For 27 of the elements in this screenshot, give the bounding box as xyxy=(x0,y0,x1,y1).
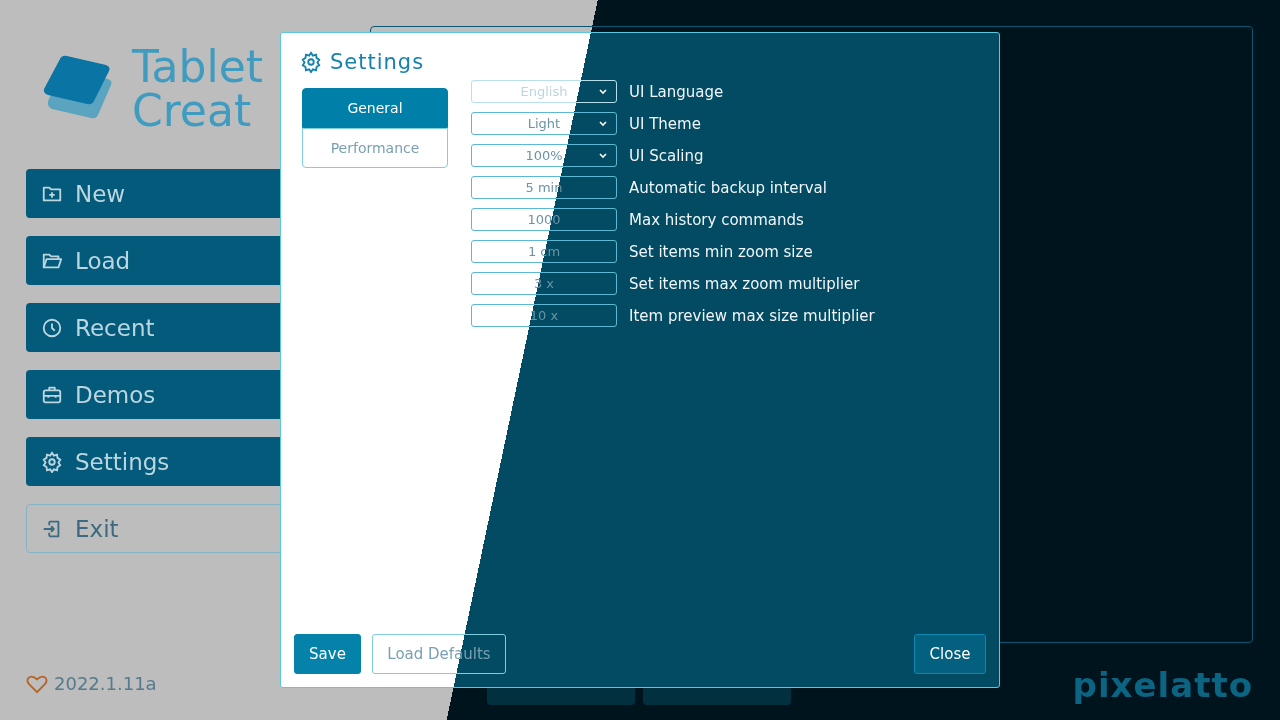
setting-label: UI Theme xyxy=(629,114,701,133)
chevron-down-icon xyxy=(598,120,608,127)
setting-label: UI Language xyxy=(629,82,724,101)
dropdown[interactable]: Light xyxy=(471,112,617,135)
dropdown[interactable]: 100% xyxy=(471,144,617,167)
setting-label: Automatic backup interval xyxy=(629,178,827,197)
chevron-down-icon xyxy=(598,88,608,95)
clock-icon xyxy=(41,316,63,339)
settings-icon xyxy=(300,51,322,73)
setting-label: Item preview max size multiplier xyxy=(629,306,875,325)
chevron-down-icon xyxy=(598,152,608,159)
heart-icon xyxy=(26,673,48,694)
dialog-title: Settings xyxy=(330,50,425,74)
settings-icon xyxy=(41,450,63,473)
input-field[interactable]: 10 x xyxy=(471,304,617,327)
setting-label: UI Scaling xyxy=(629,146,704,165)
save-button[interactable]: Save xyxy=(294,634,361,674)
setting-label: Set items max zoom multiplier xyxy=(629,274,860,293)
settings-tab[interactable]: General xyxy=(302,88,448,128)
app-title: Creat xyxy=(132,89,253,133)
setting-label: Set items min zoom size xyxy=(629,242,813,261)
version-text: 2022.1.11a xyxy=(54,673,157,694)
close-button[interactable]: Close xyxy=(914,634,986,674)
app-title: Tablet xyxy=(132,45,264,89)
brand-logo: pixelatto xyxy=(1072,665,1253,705)
settings-tab[interactable]: Performance xyxy=(302,128,448,168)
setting-label: Max history commands xyxy=(629,210,804,229)
